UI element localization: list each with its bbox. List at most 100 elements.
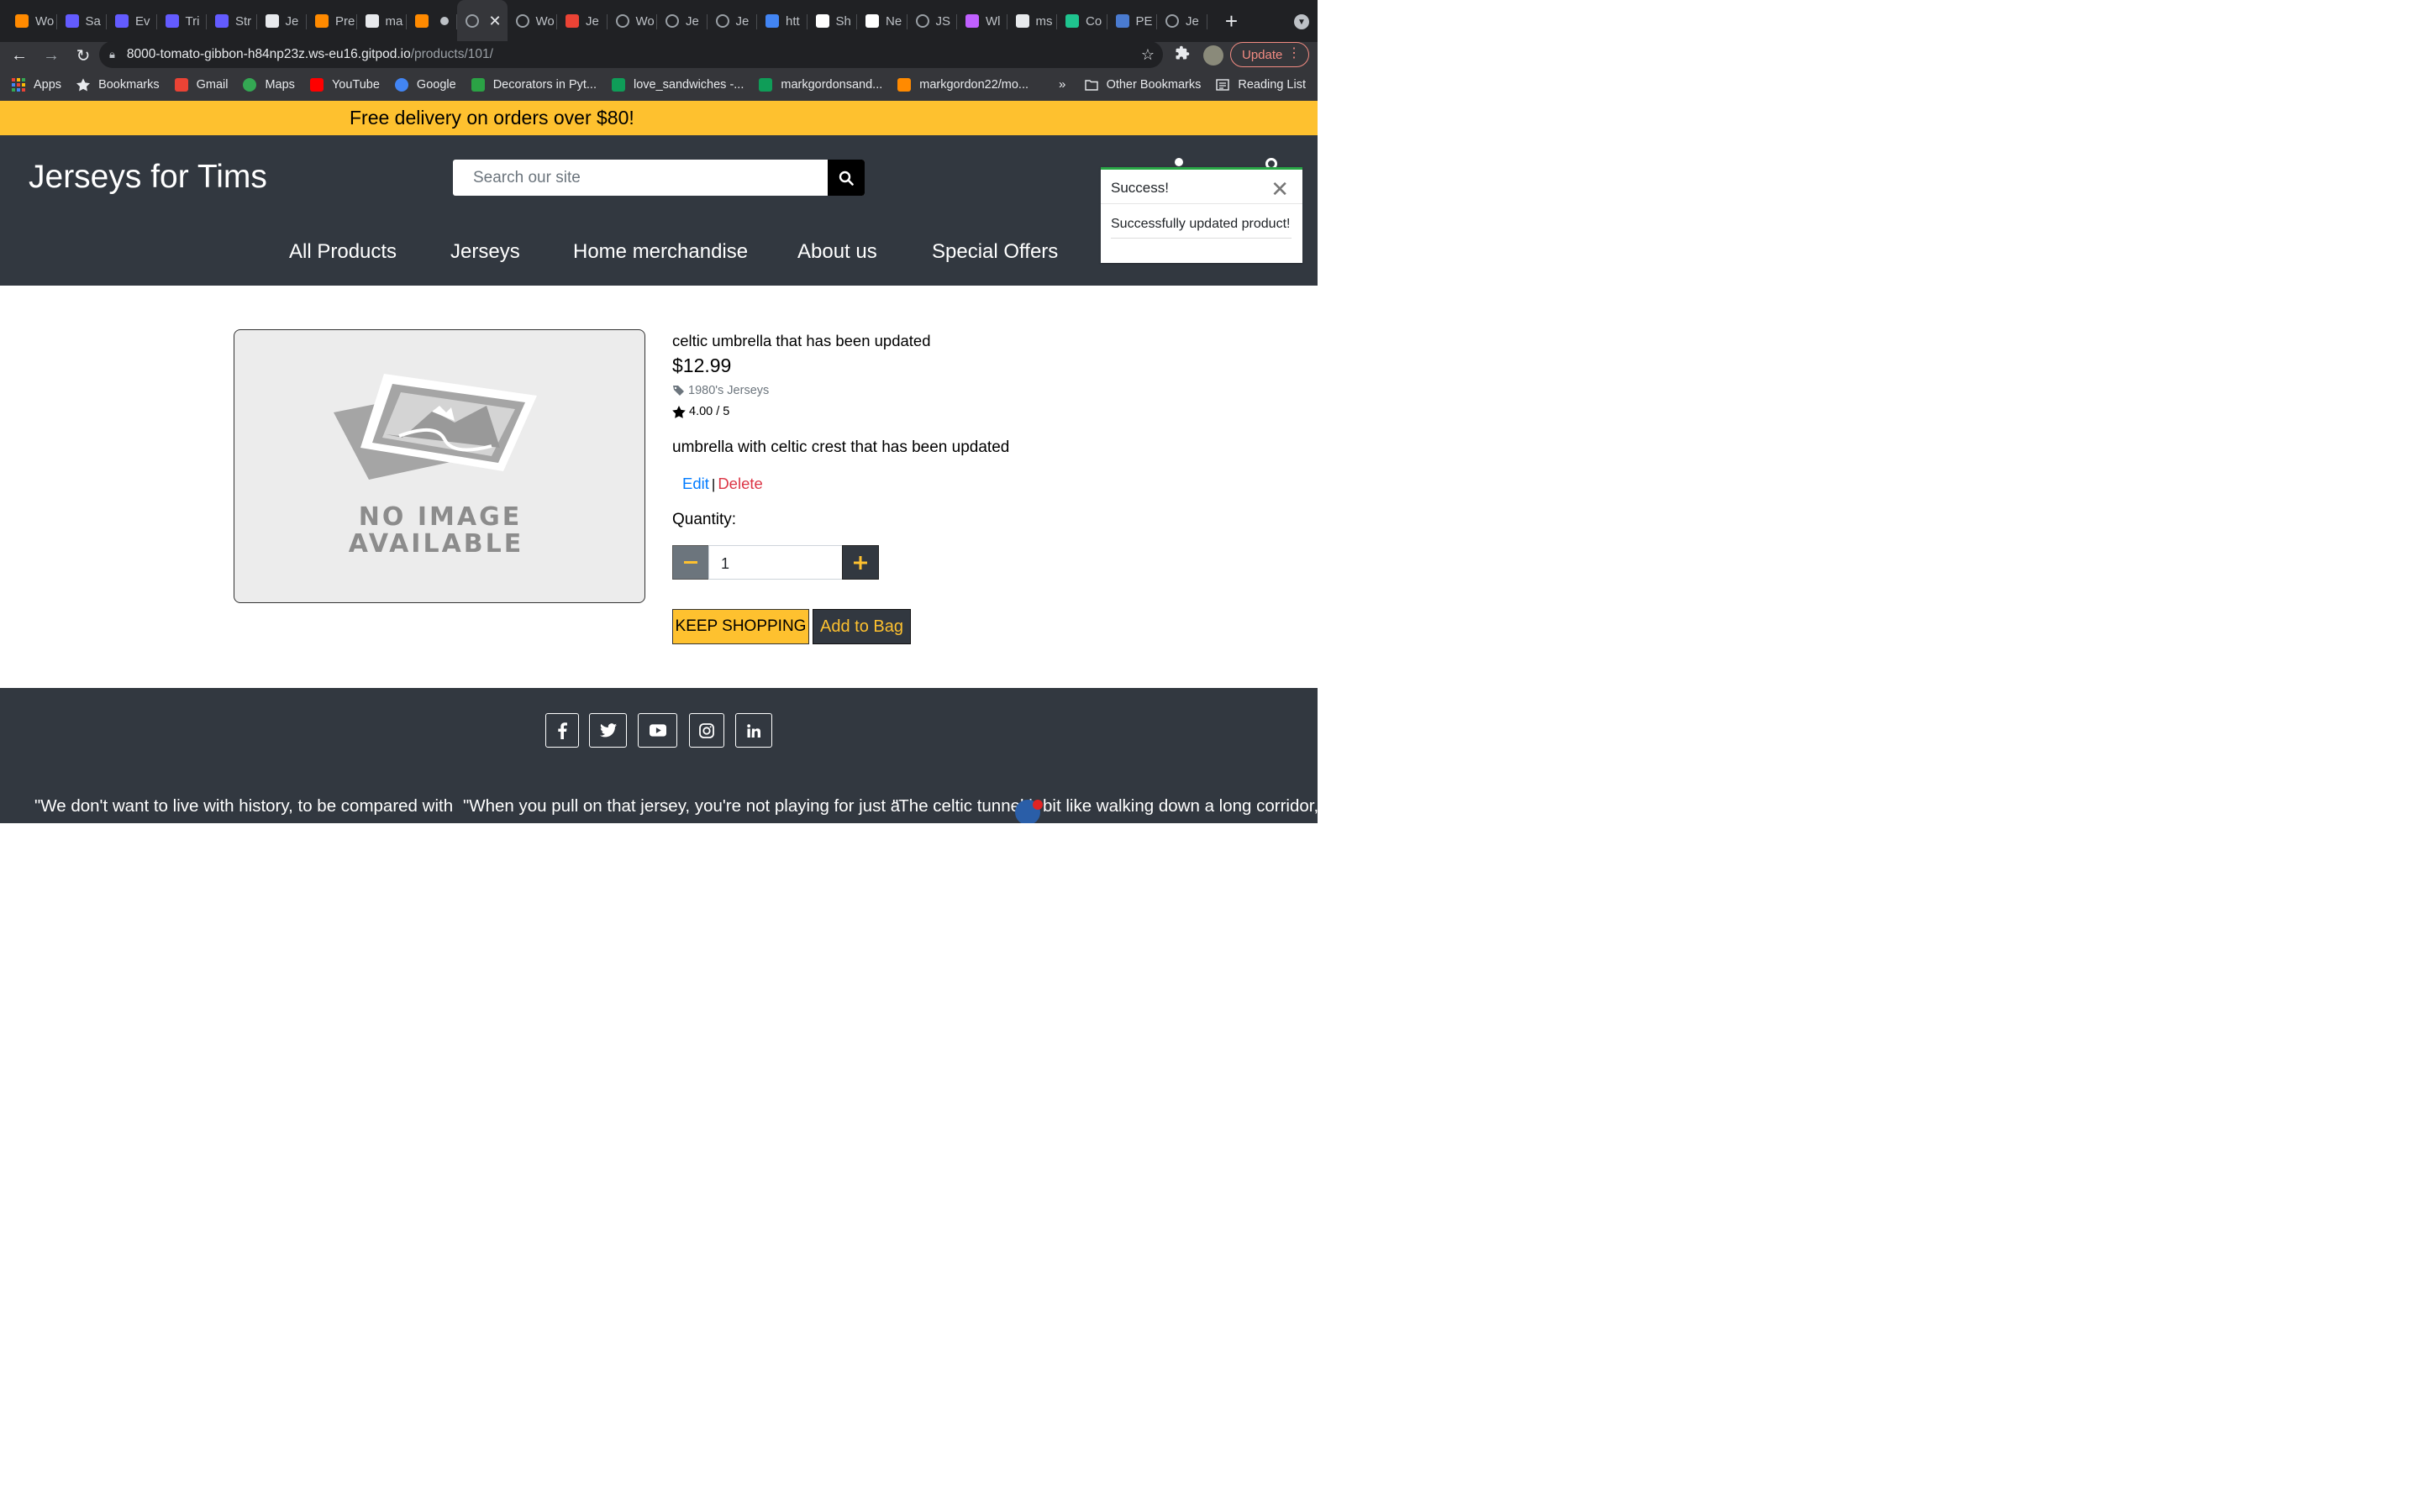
address-bar[interactable]: 🔒︎ 8000-tomato-gibbon-h84np23z.ws-eu16.g…	[99, 41, 1163, 68]
nav-jerseys[interactable]: Jerseys	[450, 240, 520, 264]
browser-tab[interactable]: Ev	[107, 0, 157, 42]
tab-title: Je	[686, 13, 699, 29]
bookmark-item[interactable]: Gmail	[174, 78, 228, 92]
linkedin-icon[interactable]	[735, 713, 772, 748]
browser-tab[interactable]: PE	[1107, 0, 1158, 42]
browser-tab[interactable]	[407, 0, 457, 42]
folder-icon	[1084, 78, 1098, 92]
search-button[interactable]	[828, 160, 865, 196]
account-icon[interactable]	[1175, 158, 1183, 166]
colorful-icon	[965, 14, 979, 28]
separator: |	[711, 476, 716, 492]
loading-dot-icon	[440, 17, 449, 25]
site-logo[interactable]: Jerseys for Tims	[29, 159, 267, 196]
close-icon[interactable]: ✕	[1270, 176, 1289, 202]
browser-tab[interactable]: Pre	[307, 0, 357, 42]
browser-tab[interactable]: ma	[357, 0, 408, 42]
youtube-icon	[309, 78, 324, 92]
close-tab-icon[interactable]: ✕	[489, 13, 502, 30]
increment-button[interactable]	[842, 545, 879, 580]
globe-icon	[715, 14, 729, 28]
bookmark-item[interactable]: love_sandwiches -...	[611, 78, 744, 92]
bookmark-label: markgordonsand...	[781, 78, 883, 92]
bookmark-item[interactable]: Maps	[243, 78, 295, 92]
edit-link[interactable]: Edit	[682, 475, 709, 492]
browser-tab[interactable]: Tri	[157, 0, 208, 42]
pep8-icon	[1115, 14, 1129, 28]
tab-title: Wo	[635, 13, 655, 29]
twitter-icon[interactable]	[589, 713, 627, 748]
browser-tab[interactable]: Je	[557, 0, 608, 42]
delete-link[interactable]: Delete	[718, 475, 762, 492]
bookmark-item[interactable]: Google	[394, 78, 456, 92]
nav-home-merchandise[interactable]: Home merchandise	[573, 240, 748, 264]
bookmark-item[interactable]: Decorators in Pyt...	[471, 78, 597, 92]
globe-icon	[1165, 14, 1179, 28]
bookmark-item[interactable]: Apps	[12, 78, 61, 92]
browser-tab[interactable]: JS	[908, 0, 958, 42]
sheets-icon	[611, 78, 625, 92]
browser-tab[interactable]: Wl	[957, 0, 1007, 42]
reading-list[interactable]: Reading List	[1216, 78, 1306, 92]
bookmark-star-icon[interactable]: ☆	[1141, 46, 1155, 64]
stripe-icon	[115, 14, 129, 28]
banner-text: Free delivery on orders over $80!	[350, 107, 634, 129]
browser-tab[interactable]: Je	[657, 0, 708, 42]
youtube-icon[interactable]	[638, 713, 677, 748]
nav-all-products[interactable]: All Products	[289, 240, 397, 264]
bookmark-item[interactable]: markgordon22/mo...	[897, 78, 1028, 92]
browser-tab[interactable]: Str	[207, 0, 257, 42]
reading-list-icon	[1216, 78, 1230, 92]
footer-quote-1: "We don't want to live with history, to …	[34, 796, 454, 816]
browser-tab[interactable]: Ne	[857, 0, 908, 42]
browser-tab[interactable]: Je	[1157, 0, 1207, 42]
toast-title: Success!	[1111, 180, 1169, 196]
bookmark-item[interactable]: Bookmarks	[76, 78, 160, 92]
site-search: Search our site	[453, 160, 865, 196]
instagram-icon[interactable]	[689, 713, 724, 748]
nav-special-offers[interactable]: Special Offers	[932, 240, 1058, 264]
search-input[interactable]: Search our site	[473, 169, 581, 187]
facebook-icon[interactable]	[545, 713, 579, 748]
browser-tab[interactable]: Wo	[608, 0, 658, 42]
browser-tab[interactable]: ✕	[456, 0, 508, 42]
update-button[interactable]: Update ⋮	[1230, 42, 1309, 67]
browser-tab[interactable]: htt	[757, 0, 808, 42]
tab-search-icon[interactable]: ▼	[1294, 14, 1309, 29]
reading-list-label: Reading List	[1238, 78, 1306, 92]
back-icon[interactable]: ←	[7, 43, 32, 68]
extensions-puzzle-icon[interactable]	[1175, 45, 1190, 65]
keep-shopping-button[interactable]: KEEP SHOPPING	[672, 609, 809, 644]
nav-about-us[interactable]: About us	[797, 240, 877, 264]
browser-tab[interactable]: Sh	[808, 0, 858, 42]
forward-icon[interactable]: →	[39, 43, 64, 68]
menu-dots-icon[interactable]: ⋮	[1287, 46, 1301, 61]
browser-tab[interactable]: Wo	[508, 0, 558, 42]
profile-avatar[interactable]	[1203, 45, 1223, 66]
bookmarks-overflow-icon[interactable]: »	[1059, 77, 1065, 92]
add-to-bag-button[interactable]: Add to Bag	[813, 609, 911, 644]
tab-title: Je	[1186, 13, 1199, 29]
browser-tab[interactable]: Co	[1057, 0, 1107, 42]
bookmark-label: Apps	[34, 78, 62, 92]
quantity-input[interactable]: 1	[708, 545, 843, 580]
tab-title: ms	[1035, 13, 1053, 29]
decrement-button[interactable]	[672, 545, 709, 580]
browser-tab[interactable]: Je	[257, 0, 308, 42]
new-tab-button[interactable]: +	[1219, 8, 1244, 34]
browser-tab[interactable]: Wo	[7, 0, 57, 42]
browser-tab[interactable]: ms	[1007, 0, 1058, 42]
browser-tab[interactable]: Sa	[57, 0, 108, 42]
other-bookmarks[interactable]: Other Bookmarks	[1084, 78, 1201, 92]
url-path: /products/101/	[410, 47, 493, 61]
tab-title: Co	[1086, 13, 1102, 29]
browser-tab[interactable]: Je	[708, 0, 758, 42]
globe-icon	[515, 14, 529, 28]
reload-icon[interactable]: ↻	[71, 43, 96, 68]
bookmark-item[interactable]: markgordonsand...	[759, 78, 882, 92]
product-category[interactable]: 1980's Jerseys	[672, 384, 769, 397]
bookmark-item[interactable]: YouTube	[309, 78, 380, 92]
stripe-icon	[65, 14, 79, 28]
bookmark-label: Bookmarks	[98, 78, 160, 92]
product-image: NO IMAGE AVAILABLE	[234, 329, 645, 603]
